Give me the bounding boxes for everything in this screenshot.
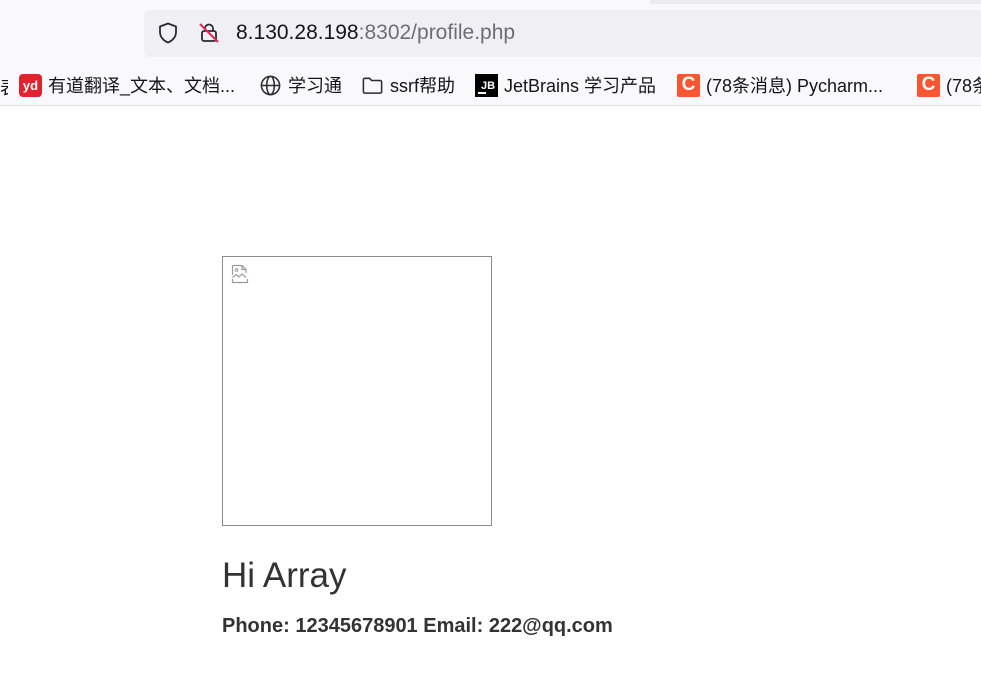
youdao-icon: yd — [19, 73, 42, 97]
globe-icon — [259, 74, 282, 97]
bookmark-folder-ssrf[interactable]: ssrf帮助 — [361, 72, 455, 98]
browser-toolbar: 8.130.28.198:8302/profile.php 表 yd 有道翻译_… — [0, 0, 981, 106]
tracking-protection-shield-icon[interactable] — [156, 21, 180, 45]
csdn-icon: C — [677, 73, 700, 97]
contact-info: Phone: 12345678901 Email: 222@qq.com — [222, 615, 613, 637]
url-host: 8.130.28.198 — [236, 21, 359, 44]
profile-avatar — [222, 256, 492, 526]
bookmark-label: (78条 — [946, 76, 981, 96]
bookmark-jetbrains[interactable]: JB JetBrains 学习产品 — [475, 72, 656, 98]
bookmark-csdn-truncated[interactable]: C (78条 — [917, 72, 981, 98]
broken-image-icon — [231, 264, 249, 284]
bookmark-youdao[interactable]: yd 有道翻译_文本、文档... — [19, 72, 235, 98]
bookmarks-toolbar: 表 yd 有道翻译_文本、文档... 学习通 ssrf帮助 — [0, 66, 981, 104]
active-tab-edge[interactable] — [0, 0, 650, 4]
bookmark-label: JetBrains 学习产品 — [504, 76, 657, 96]
bookmark-xuexitong[interactable]: 学习通 — [259, 72, 342, 98]
jetbrains-icon: JB — [475, 73, 498, 97]
csdn-icon: C — [917, 73, 940, 97]
bookmark-label: 学习通 — [288, 76, 342, 96]
folder-icon — [361, 74, 384, 97]
bookmark-label: ssrf帮助 — [390, 76, 455, 96]
url-path: :8302/profile.php — [358, 21, 516, 44]
jetbrains-icon-text: JB — [480, 79, 496, 92]
insecure-connection-lock-icon[interactable] — [197, 21, 221, 45]
truncated-bookmark[interactable]: 表 — [0, 74, 8, 96]
url-text[interactable]: 8.130.28.198:8302/profile.php — [236, 19, 515, 47]
bookmark-csdn-pycharm[interactable]: C (78条消息) Pycharm... — [677, 72, 883, 98]
greeting-heading: Hi Array — [222, 556, 347, 595]
bookmark-label: 有道翻译_文本、文档... — [48, 76, 236, 96]
bookmark-label: (78条消息) Pycharm... — [706, 76, 884, 96]
